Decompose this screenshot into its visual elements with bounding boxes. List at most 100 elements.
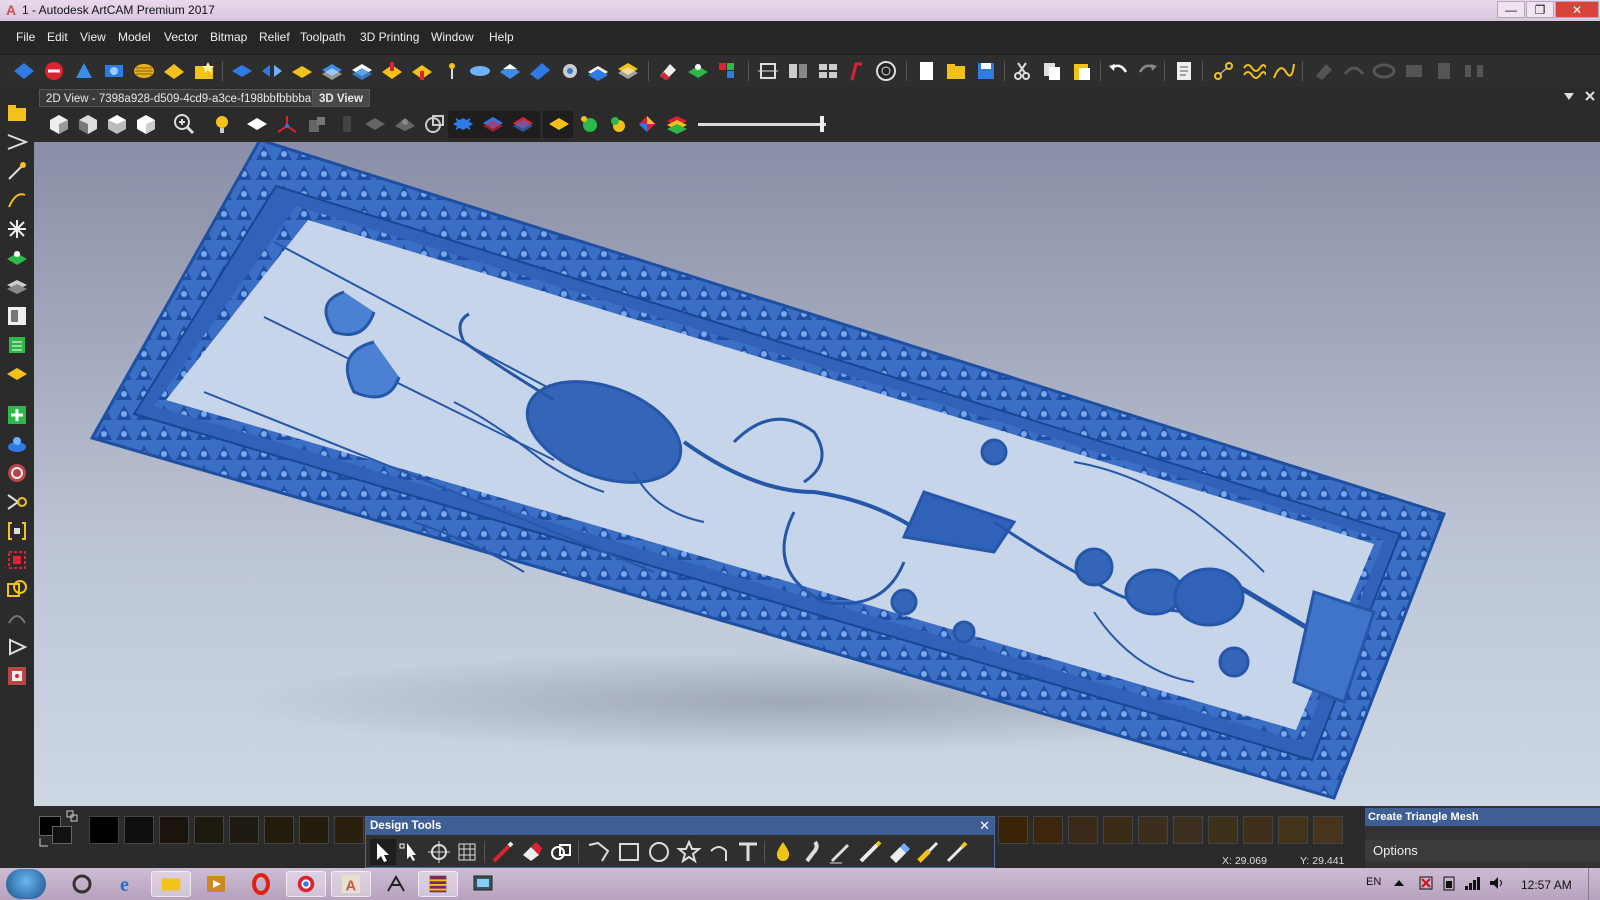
view-disabled-1-icon[interactable] [305,113,329,135]
relief-stack-tool-icon[interactable] [6,276,28,298]
tab-list-dropdown-icon[interactable] [1564,93,1574,101]
object-layers-icon[interactable] [665,113,689,135]
relief-gold-icon[interactable] [162,60,186,82]
undo-icon[interactable] [1106,60,1130,82]
bracket-tool-icon[interactable] [6,520,28,542]
start-button[interactable] [6,869,46,899]
color-swatch[interactable] [1313,816,1343,844]
transform-icon[interactable] [426,839,452,865]
disabled-tool-6-icon[interactable] [1462,60,1486,82]
options-section-header[interactable]: Options [1365,840,1600,862]
disabled-tool-4-icon[interactable] [1402,60,1426,82]
disabled-tool-5-icon[interactable] [1432,60,1456,82]
menu-relief[interactable]: Relief [259,30,290,44]
node-edit-icon[interactable] [1212,60,1236,82]
curve-nodes-icon[interactable] [1272,60,1296,82]
save-icon[interactable] [974,60,998,82]
wave-nodes-icon[interactable] [1242,60,1266,82]
zoom-slider-handle[interactable] [820,116,824,132]
erase-brush-icon[interactable] [886,839,912,865]
opera-icon[interactable] [241,871,281,897]
swap-colors-icon[interactable] [66,810,78,822]
tray-signal-icon[interactable] [1464,875,1482,891]
language-indicator[interactable]: EN [1366,876,1381,888]
split-view-icon[interactable] [786,60,810,82]
color-swatch[interactable] [1243,816,1273,844]
view-disabled-4-icon[interactable] [393,113,417,135]
copy-icon[interactable] [1040,60,1064,82]
color-swatch[interactable] [1278,816,1308,844]
relief-mirror-icon[interactable] [260,60,284,82]
pencil-icon[interactable] [490,839,516,865]
vector-arrow-icon[interactable] [6,131,28,153]
paint-brush-icon[interactable] [915,839,941,865]
smudge-icon[interactable] [799,839,825,865]
color-swatch[interactable] [89,816,119,844]
relief-sculpt-icon[interactable] [498,60,522,82]
ccleaner-icon[interactable] [62,871,102,897]
color-swatch[interactable] [264,816,294,844]
color-swatch[interactable] [1173,816,1203,844]
color-swatch[interactable] [124,816,154,844]
relief-gold-tool-icon[interactable] [6,363,28,385]
relief-stack-icon[interactable] [320,60,344,82]
color-swatch[interactable] [1068,816,1098,844]
menu-vector[interactable]: Vector [164,30,198,44]
zoom-slider-track[interactable] [698,123,826,126]
chrome-icon[interactable] [286,871,326,897]
toolpath-arrow-icon[interactable] [6,491,28,513]
tray-flag-icon[interactable] [1418,875,1434,891]
color-swatch[interactable] [1103,816,1133,844]
relief-scale-icon[interactable] [468,60,492,82]
polyline-icon[interactable] [586,839,612,865]
lighting-bulb-icon[interactable] [210,113,234,135]
menu-3d-printing[interactable]: 3D Printing [360,30,419,44]
relief-layers-icon[interactable] [132,60,156,82]
object-diamond-icon[interactable] [635,113,659,135]
view-axes-icon[interactable] [275,113,299,135]
scripting-icon[interactable] [874,60,898,82]
play-outline-icon[interactable] [6,636,28,658]
close-tab-icon[interactable] [1585,91,1595,101]
soft-brush-icon[interactable] [944,839,970,865]
object-star-icon[interactable] [606,113,630,135]
relief-export-icon[interactable] [716,60,740,82]
line-pen-icon[interactable] [828,839,854,865]
relief-combine-icon[interactable] [350,60,374,82]
3d-viewport[interactable] [34,142,1600,806]
color-swatch[interactable] [998,816,1028,844]
star-burst-icon[interactable] [6,218,28,240]
new-file-icon[interactable] [914,60,938,82]
blue-ball-icon[interactable] [6,433,28,455]
frame-tool-icon[interactable] [6,665,28,687]
relief-eraser-icon[interactable] [656,60,680,82]
color-swatch[interactable] [1208,816,1238,844]
color-swatch[interactable] [159,816,189,844]
tab-2d-view[interactable]: 2D View - 7398a928-d509-4cd9-a3ce-f198bb… [39,89,319,107]
curve-tool-icon[interactable] [6,189,28,211]
cut-icon[interactable] [1010,60,1034,82]
relief-red-icon[interactable] [42,60,66,82]
color-swatch[interactable] [299,816,329,844]
shade-wireframe-icon[interactable] [451,113,475,135]
star-icon[interactable] [676,839,702,865]
relief-layers-gold-icon[interactable] [616,60,640,82]
select-red-icon[interactable] [6,549,28,571]
open-folder-star-icon[interactable] [192,60,216,82]
reset-colors-icon[interactable] [38,836,50,848]
select-arrow-icon[interactable] [370,839,396,865]
disabled-tool-1-icon[interactable] [1312,60,1336,82]
artcam-taskbar-icon[interactable]: A [331,871,371,897]
restore-button[interactable]: ❐ [1526,1,1554,18]
eraser-icon[interactable] [519,839,545,865]
tab-3d-view[interactable]: 3D View [312,89,370,107]
secondary-color-swatch[interactable] [52,826,72,844]
brush-icon[interactable] [857,839,883,865]
view-iso-icon[interactable] [47,113,71,135]
node-select-icon[interactable] [397,839,423,865]
winrar-icon[interactable] [418,871,458,897]
view-side-icon[interactable] [105,113,129,135]
relief-smooth-icon[interactable] [528,60,552,82]
view-disabled-3-icon[interactable] [363,113,387,135]
shade-red-icon[interactable] [511,113,535,135]
